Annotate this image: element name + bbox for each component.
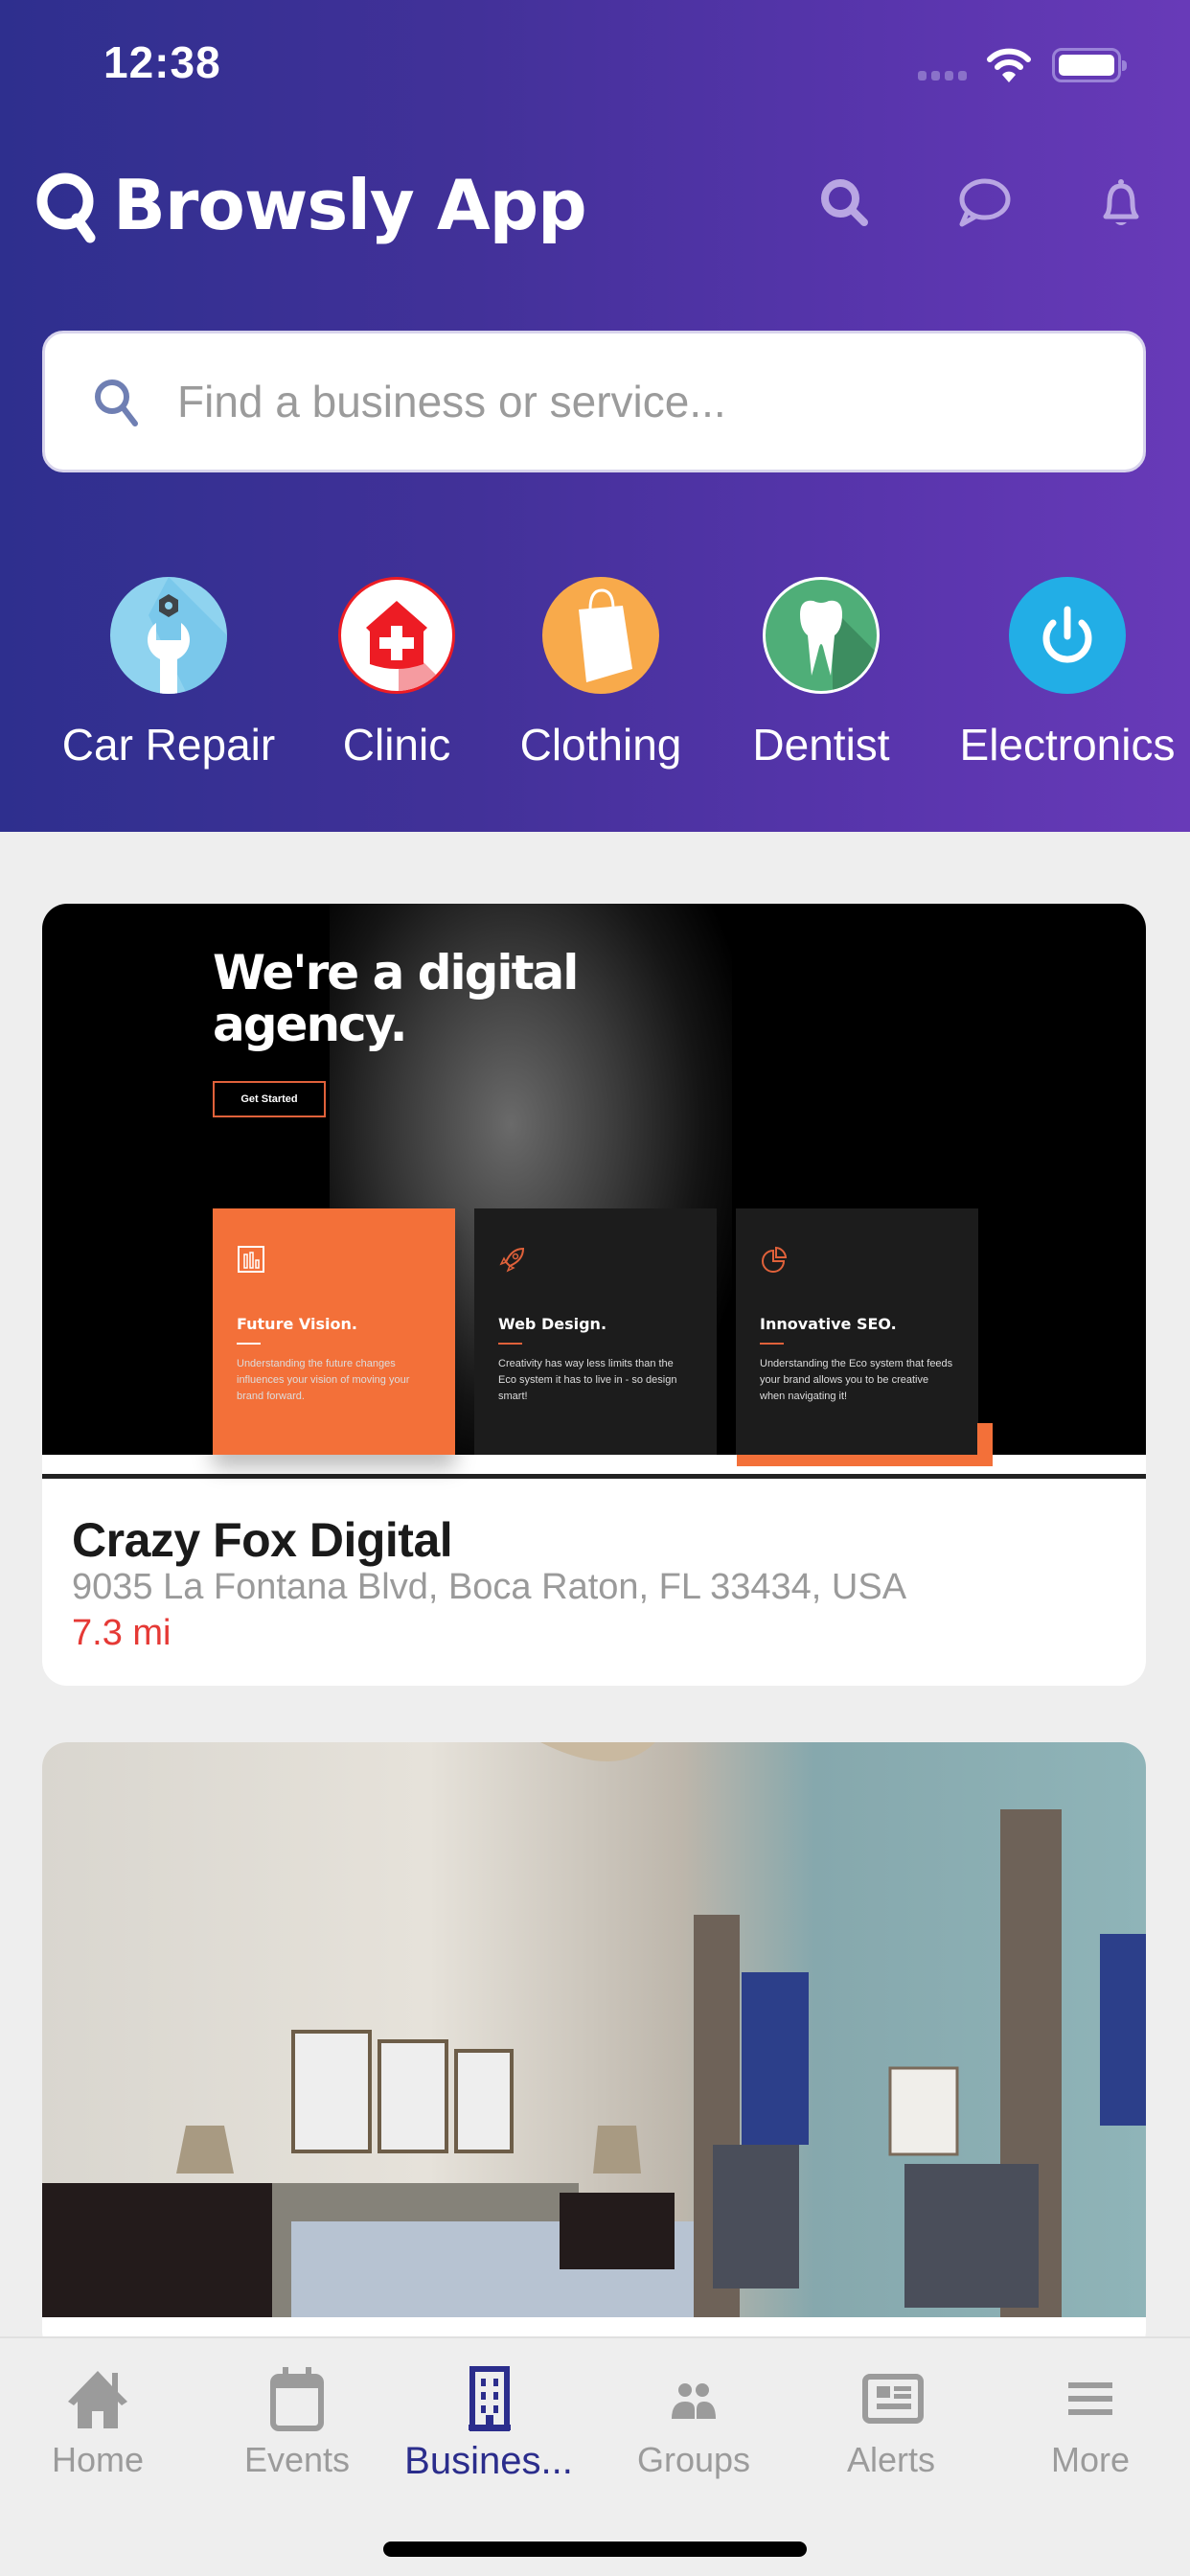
tab-more[interactable]: More <box>1004 2365 1177 2480</box>
pie-chart-icon <box>762 1246 788 1273</box>
category-label: Clinic <box>342 720 451 770</box>
category-row: Car Repair Clinic Clothing Dentist Elect… <box>0 577 1190 788</box>
ad-headline: We're a digital agency. <box>213 945 579 1052</box>
building-icon <box>469 2366 511 2431</box>
category-label: Clothing <box>519 720 682 770</box>
ad-box-web-design: Web Design. Creativity has way less limi… <box>474 1208 717 1455</box>
app-logo: Browsly App <box>34 165 587 245</box>
groups-icon <box>672 2383 716 2419</box>
ad-box-innovative-seo: Innovative SEO. Understanding the Eco sy… <box>736 1208 978 1455</box>
wrench-icon <box>110 577 227 694</box>
category-electronics[interactable]: Electronics <box>952 577 1182 770</box>
business-card[interactable]: We're a digital agency. Get Started Futu… <box>42 904 1146 1686</box>
bell-icon[interactable] <box>1092 174 1150 232</box>
status-time: 12:38 <box>103 37 221 87</box>
business-image: We're a digital agency. Get Started Futu… <box>42 904 1146 1455</box>
power-icon <box>1009 577 1126 694</box>
calendar-icon <box>270 2367 324 2431</box>
tooth-icon <box>763 577 880 694</box>
business-image <box>42 1742 1146 2317</box>
chat-bubble-icon[interactable] <box>954 174 1012 232</box>
card-divider <box>42 1474 1146 1479</box>
cellular-signal-icon <box>918 71 967 80</box>
menu-icon <box>1068 2382 1112 2415</box>
business-name[interactable]: Crazy Fox Digital <box>72 1512 453 1568</box>
rocket-icon <box>499 1247 525 1273</box>
category-car-repair[interactable]: Car Repair <box>56 577 282 770</box>
app-header: 12:38 Browsly App Find a business or ser… <box>0 0 1190 832</box>
logo-magnifier-icon <box>36 172 96 243</box>
category-label: Dentist <box>752 720 890 770</box>
business-distance: 7.3 mi <box>72 1613 172 1653</box>
category-label: Electronics <box>959 720 1176 770</box>
bedroom-photo <box>42 1742 1146 2317</box>
bar-chart-icon <box>238 1246 264 1273</box>
search-input[interactable] <box>177 376 1040 427</box>
business-card[interactable] <box>42 1742 1146 2356</box>
category-clinic[interactable]: Clinic <box>330 577 464 770</box>
battery-icon <box>1052 48 1127 82</box>
medical-house-icon <box>338 577 455 694</box>
tab-groups[interactable]: Groups <box>607 2365 780 2480</box>
home-icon <box>68 2371 127 2428</box>
search-icon[interactable] <box>816 174 874 232</box>
ad-box-future-vision: Future Vision. Understanding the future … <box>213 1208 455 1455</box>
tab-alerts[interactable]: Alerts <box>805 2365 977 2480</box>
home-indicator[interactable] <box>383 2542 807 2557</box>
category-clothing[interactable]: Clothing <box>510 577 692 770</box>
category-dentist[interactable]: Dentist <box>740 577 903 770</box>
wifi-icon <box>987 48 1031 82</box>
business-address: 9035 La Fontana Blvd, Boca Raton, FL 334… <box>72 1567 907 1607</box>
tab-home[interactable]: Home <box>11 2365 184 2480</box>
category-label: Car Repair <box>61 720 276 770</box>
search-field-icon <box>95 380 138 426</box>
newspaper-icon <box>862 2374 924 2424</box>
ad-get-started: Get Started <box>213 1081 326 1117</box>
tab-businesses[interactable]: Busines... <box>402 2365 575 2483</box>
search-bar[interactable] <box>42 331 1146 472</box>
shopping-bag-icon <box>542 577 659 694</box>
bottom-tab-bar: Home Events Busines... Groups Alerts Mor… <box>0 2336 1190 2576</box>
app-title: Browsly App <box>113 165 587 245</box>
tab-events[interactable]: Events <box>211 2365 383 2480</box>
